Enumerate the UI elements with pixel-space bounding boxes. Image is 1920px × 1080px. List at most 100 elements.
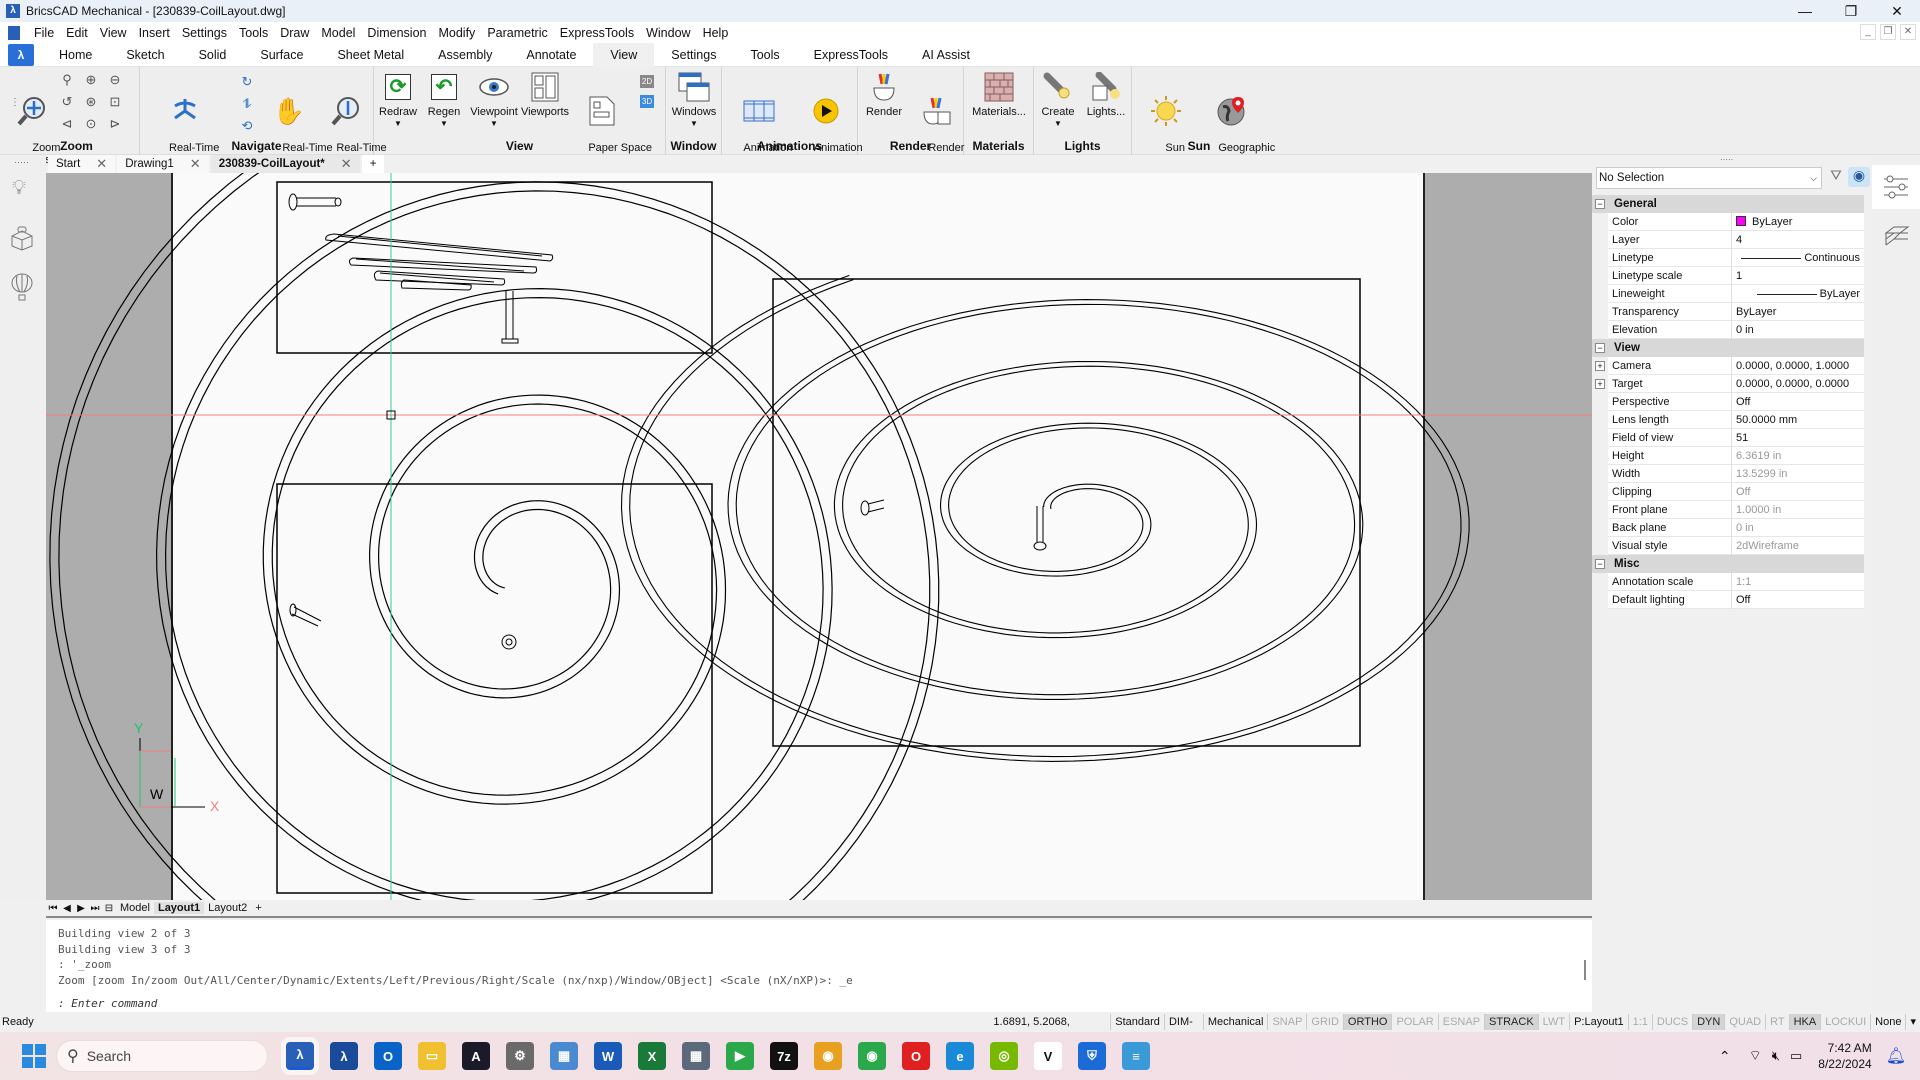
toggle-lwt[interactable]: LWT (1537, 1014, 1569, 1030)
doc-tab-coillayout[interactable]: 230839-CoilLayout* ✕ (210, 155, 360, 173)
toggle-grid[interactable]: GRID (1306, 1014, 1343, 1030)
close-button[interactable]: ✕ (1874, 0, 1920, 22)
zoom-page-icon[interactable]: ⊡ (106, 93, 124, 111)
viewport-plan[interactable] (49, 173, 940, 900)
new-tab-button[interactable]: + (361, 155, 385, 173)
tab-surface[interactable]: Surface (243, 43, 320, 67)
viewport-isometric[interactable] (620, 274, 1470, 762)
menu-window[interactable]: Window (640, 26, 696, 40)
render-button[interactable]: Render (860, 71, 908, 118)
taskbar-app-word-icon[interactable]: W (594, 1042, 622, 1070)
property-row[interactable]: Visual style 2dWireframe (1608, 537, 1864, 555)
toggle-hka[interactable]: HKA (1788, 1014, 1821, 1030)
volume-muted-icon[interactable]: 🔇︎ (1772, 1048, 1780, 1064)
taskbar-app-acrobat-icon[interactable]: A (462, 1042, 490, 1070)
property-row[interactable]: Color ByLayer (1608, 213, 1864, 231)
property-row[interactable]: Linetype Continuous (1608, 249, 1864, 267)
property-row[interactable]: Front plane 1.0000 in (1608, 501, 1864, 519)
property-value[interactable]: 13.5299 in (1731, 465, 1864, 483)
toggle-lockui[interactable]: LOCKUI (1820, 1014, 1870, 1030)
tab-annotate[interactable]: Annotate (509, 43, 593, 67)
menu-modify[interactable]: Modify (432, 26, 481, 40)
property-category-view[interactable]: − View (1592, 339, 1864, 357)
zoom-window-icon[interactable]: ⚲ (58, 71, 76, 89)
orbit-horizontal-icon[interactable]: ↻ (238, 73, 256, 91)
toggle-esnap[interactable]: ESNAP (1437, 1014, 1484, 1030)
expand-icon[interactable]: + (1595, 379, 1605, 389)
lights-list-button[interactable]: Lights... (1082, 71, 1130, 118)
property-row[interactable]: Clipping Off (1608, 483, 1864, 501)
menu-expresstools[interactable]: ExpressTools (554, 26, 640, 40)
status-textstyle[interactable]: Standard (1110, 1014, 1164, 1030)
property-value[interactable]: 2dWireframe (1731, 537, 1864, 555)
property-row[interactable]: Perspective Off (1608, 393, 1864, 411)
viewpoint-button[interactable]: Viewpoint ▼ (468, 71, 520, 130)
close-tab-icon[interactable]: ✕ (96, 156, 107, 172)
property-value[interactable]: ByLayer (1731, 213, 1864, 231)
toggle-rt[interactable]: RT (1765, 1014, 1788, 1030)
command-scrollbar[interactable] (1584, 960, 1586, 980)
clock[interactable]: 7:42 AM 8/22/2024 (1818, 1040, 1871, 1072)
taskbar-app-settings-icon[interactable]: ⚙ (506, 1042, 534, 1070)
taskbar-app-chrome-icon[interactable]: ◉ (858, 1042, 886, 1070)
show-hidden-icons[interactable]: ⌃ (1719, 1048, 1731, 1065)
status-dimstyle[interactable]: DIM-1 (1163, 1014, 1203, 1044)
next-layout-icon[interactable]: ▶ (74, 903, 88, 914)
property-row[interactable]: Width 13.5299 in (1608, 465, 1864, 483)
property-category-misc[interactable]: − Misc (1592, 555, 1864, 573)
property-value[interactable]: 50.0000 mm (1731, 411, 1864, 429)
property-value[interactable]: 0 in (1731, 519, 1864, 537)
property-value[interactable]: 4 (1731, 231, 1864, 249)
menu-file[interactable]: File (28, 26, 60, 40)
zoom-in-icon[interactable]: ⊕ (82, 71, 100, 89)
property-row[interactable]: Lineweight ByLayer (1608, 285, 1864, 303)
layout-list-icon[interactable]: ⊟ (102, 903, 116, 914)
zoom-dynamic-icon[interactable]: ⊛ (82, 93, 100, 111)
cube-block-icon[interactable] (10, 225, 34, 254)
toggle-polar[interactable]: POLAR (1391, 1014, 1437, 1030)
drawing-canvas[interactable]: Y W X (46, 173, 1592, 900)
toggle-strack[interactable]: STRACK (1484, 1014, 1538, 1030)
status-none[interactable]: None (1870, 1014, 1905, 1030)
taskbar-app-outlook-icon[interactable]: O (374, 1042, 402, 1070)
menu-insert[interactable]: Insert (133, 26, 176, 40)
hot-air-balloon-icon[interactable] (10, 273, 34, 304)
application-button[interactable]: λ (8, 43, 34, 66)
view-2d-button[interactable]: 2D (640, 75, 654, 88)
quick-select-filter-icon[interactable]: ⛛ (1826, 167, 1846, 187)
property-value[interactable]: 1.0000 in (1731, 501, 1864, 519)
tab-tools[interactable]: Tools (733, 43, 796, 67)
property-row[interactable]: Back plane 0 in (1608, 519, 1864, 537)
prev-layout-icon[interactable]: ◀ (60, 903, 74, 914)
tab-sketch[interactable]: Sketch (109, 43, 181, 67)
property-category-general[interactable]: − General (1592, 195, 1864, 213)
materials-button[interactable]: Materials... (966, 71, 1032, 118)
toggle-dyn[interactable]: DYN (1692, 1014, 1725, 1030)
selection-dropdown[interactable]: No Selection ⌵ (1596, 167, 1822, 189)
zoom-right-icon[interactable]: ⊳ (106, 115, 124, 133)
taskbar-app-notepad-icon[interactable]: ≡ (1122, 1042, 1150, 1070)
property-value[interactable]: ByLayer (1731, 285, 1864, 303)
property-value[interactable]: 6.3619 in (1731, 447, 1864, 465)
taskbar-app-bricscad-active-icon[interactable]: λ (286, 1042, 314, 1070)
property-value[interactable]: Off (1731, 591, 1864, 609)
toggle-ducs[interactable]: DUCS (1651, 1014, 1692, 1030)
menu-view[interactable]: View (94, 26, 133, 40)
orbit-roll-icon[interactable]: ⟲ (238, 117, 256, 135)
layout-tab-layout2[interactable]: Layout2 (204, 902, 251, 914)
property-value[interactable]: ByLayer (1731, 303, 1864, 321)
menu-model[interactable]: Model (315, 26, 361, 40)
taskbar-app-nvidia-icon[interactable]: ◎ (990, 1042, 1018, 1070)
property-row[interactable]: Default lighting Off (1608, 591, 1864, 609)
property-value[interactable]: Off (1731, 393, 1864, 411)
taskbar-app-vectorworks-icon[interactable]: V (1034, 1042, 1062, 1070)
status-layout[interactable]: P:Layout1 (1569, 1014, 1628, 1030)
app-menu-icon[interactable] (8, 25, 20, 40)
close-tab-icon[interactable]: ✕ (341, 156, 352, 172)
taskbar-app-edge-icon[interactable]: e (946, 1042, 974, 1070)
layout-tab-layout1[interactable]: Layout1 (153, 902, 205, 914)
property-value[interactable]: Off (1731, 483, 1864, 501)
tab-ai-assist[interactable]: AI Assist (905, 43, 987, 67)
tab-expresstools[interactable]: ExpressTools (797, 43, 905, 67)
doc-tab-drawing1[interactable]: Drawing1 ✕ (117, 155, 209, 173)
